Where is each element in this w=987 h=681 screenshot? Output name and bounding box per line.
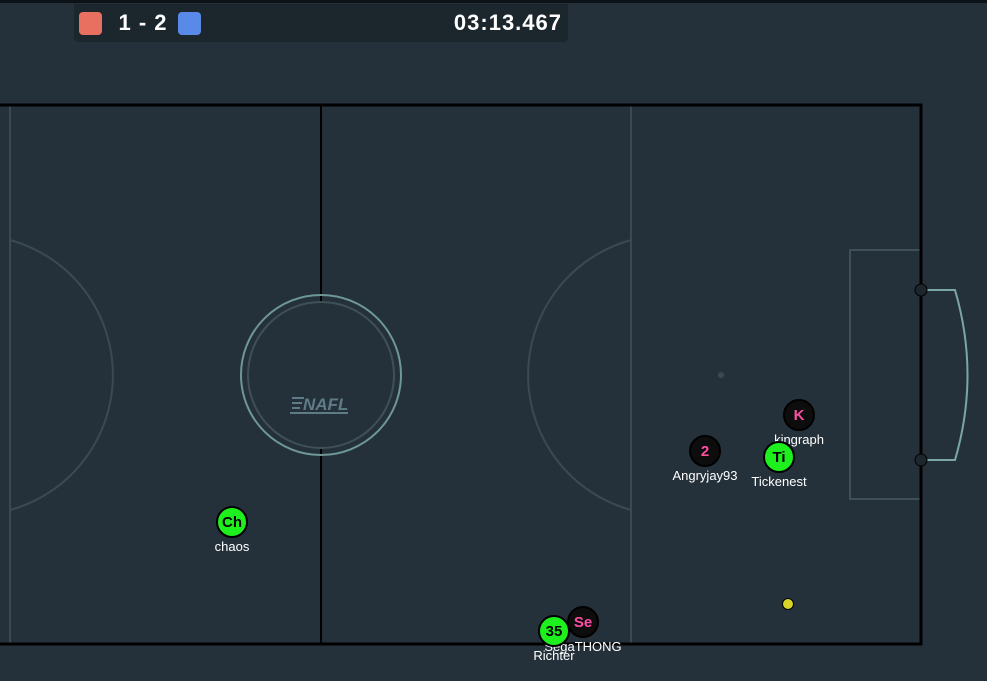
player-disc: 35 [538,615,570,647]
goal-post-top [914,283,928,297]
right-penalty-arc [527,239,632,511]
goal-net [921,289,969,461]
pitch-boundary [0,103,923,646]
player-name: Tickenest [751,474,807,489]
scoreboard: 1 - 2 03:13.467 [74,4,568,42]
left-penalty-arc [9,239,114,511]
player-name: chaos [214,539,250,554]
right-penalty-spot [718,372,724,378]
player-disc: Ti [763,441,795,473]
red-team-swatch [79,12,102,35]
score: 1 - 2 [118,10,168,35]
player-disc: Se [567,606,599,638]
player-disc: 2 [689,435,721,467]
player-name: Richter [533,648,575,663]
goal-post-bottom [914,453,928,467]
goal-box [849,249,921,500]
ball [782,598,794,610]
blue-team-swatch [178,12,201,35]
game-clock: 03:13.467 [453,10,562,35]
player-name: kingraph [774,432,824,447]
svg-text:NAFL: NAFL [303,395,348,414]
player-disc: Ch [216,506,248,538]
center-circle-inner [247,301,395,449]
player-disc: K [783,399,815,431]
pitch: NAFL [0,103,969,646]
